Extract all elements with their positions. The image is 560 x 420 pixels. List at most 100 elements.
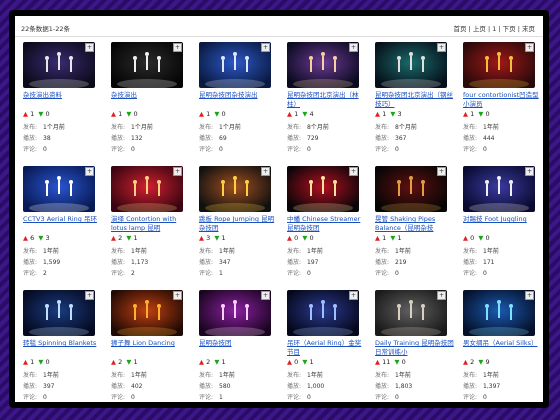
video-title-link[interactable]: 昆明杂技团北京演出（钢丝技巧） — [375, 91, 455, 109]
thumbs-down-icon[interactable]: ▼ — [38, 234, 43, 242]
thumbs-up-icon[interactable]: ▲ — [375, 110, 380, 118]
thumbs-down-icon[interactable]: ▼ — [302, 234, 307, 242]
thumbs-down-icon[interactable]: ▼ — [126, 234, 131, 242]
thumbs-down-icon[interactable]: ▼ — [126, 358, 131, 366]
video-thumbnail[interactable]: + — [111, 42, 183, 88]
video-title-link[interactable]: 跳板 Rope Jumping 昆明杂技团 — [199, 215, 279, 233]
video-card[interactable]: + CCTV3 Aerial Ring 吊环 ▲ 6 ▼ 3 发布: 1年前 播放… — [19, 166, 105, 288]
pager-last-link[interactable]: 末页 — [522, 25, 535, 33]
video-title-link[interactable]: 杂技演出 — [111, 91, 191, 109]
video-title-link[interactable]: 狮子舞 Lion Dancing — [111, 339, 191, 357]
thumbs-up-icon[interactable]: ▲ — [111, 234, 116, 242]
video-title-link[interactable]: 演绎 Contortion with lotus lamp 昆明 — [111, 215, 191, 233]
thumbs-up-icon[interactable]: ▲ — [287, 234, 292, 242]
video-title-link[interactable]: 昆明杂技团北京演出（林柱） — [287, 91, 367, 109]
add-icon[interactable]: + — [525, 43, 534, 52]
add-icon[interactable]: + — [349, 291, 358, 300]
add-icon[interactable]: + — [437, 43, 446, 52]
video-card[interactable]: + 演绎 Contortion with lotus lamp 昆明 ▲ 2 ▼… — [107, 166, 193, 288]
video-card[interactable]: + 昆明杂技团 ▲ 2 ▼ 1 发布: 1年前 播放: 580 评论: 1 — [195, 290, 281, 402]
video-card[interactable]: + four contortionist凹造型小演员 ▲ 1 ▼ 0 发布: 1年… — [459, 42, 543, 164]
thumbs-up-icon[interactable]: ▲ — [287, 358, 292, 366]
thumbs-down-icon[interactable]: ▼ — [478, 234, 483, 242]
thumbs-down-icon[interactable]: ▼ — [478, 358, 483, 366]
video-thumbnail[interactable]: + — [287, 166, 359, 212]
thumbs-up-icon[interactable]: ▲ — [463, 110, 468, 118]
video-card[interactable]: + 晃管 Shaking Pipes Balance（昆明杂技 ▲ 1 ▼ 1 … — [371, 166, 457, 288]
thumbs-up-icon[interactable]: ▲ — [199, 110, 204, 118]
add-icon[interactable]: + — [261, 43, 270, 52]
video-thumbnail[interactable]: + — [463, 166, 535, 212]
video-title-link[interactable]: 杂技演出资料 — [23, 91, 103, 109]
pager-page-link[interactable]: 1 — [492, 25, 496, 33]
video-title-link[interactable]: CCTV3 Aerial Ring 吊环 — [23, 215, 103, 233]
add-icon[interactable]: + — [85, 167, 94, 176]
video-thumbnail[interactable]: + — [199, 42, 271, 88]
add-icon[interactable]: + — [437, 167, 446, 176]
thumbs-down-icon[interactable]: ▼ — [126, 110, 131, 118]
video-thumbnail[interactable]: + — [23, 42, 95, 88]
thumbs-down-icon[interactable]: ▼ — [38, 358, 43, 366]
add-icon[interactable]: + — [173, 291, 182, 300]
pager-next-link[interactable]: 下页 — [503, 25, 516, 33]
video-thumbnail[interactable]: + — [287, 290, 359, 336]
thumbs-up-icon[interactable]: ▲ — [111, 110, 116, 118]
video-thumbnail[interactable]: + — [375, 166, 447, 212]
thumbs-up-icon[interactable]: ▲ — [287, 110, 292, 118]
video-card[interactable]: + 男女绸吊（Aerial Silks） ▲ 2 ▼ 9 发布: 1年前 播放: 1… — [459, 290, 543, 402]
thumbs-down-icon[interactable]: ▼ — [478, 110, 483, 118]
thumbs-down-icon[interactable]: ▼ — [214, 358, 219, 366]
video-card[interactable]: + 昆明杂技团北京演出（钢丝技巧） ▲ 1 ▼ 3 发布: 8个月前 播放: 367… — [371, 42, 457, 164]
video-thumbnail[interactable]: + — [111, 166, 183, 212]
video-thumbnail[interactable]: + — [375, 42, 447, 88]
video-card[interactable]: + Daily Training 昆明杂技团日常训练小 ▲ 11 ▼ 0 发布:… — [371, 290, 457, 402]
pager-prev-link[interactable]: 上页 — [473, 25, 486, 33]
add-icon[interactable]: + — [525, 291, 534, 300]
video-card[interactable]: + 中幡 Chinese Streamer 昆明杂技团 ▲ 0 ▼ 0 发布: 1… — [283, 166, 369, 288]
video-title-link[interactable]: four contortionist凹造型小演员 — [463, 91, 543, 109]
video-title-link[interactable]: 对踢技 Foot Juggling — [463, 215, 543, 233]
video-card[interactable]: + 杂技演出资料 ▲ 1 ▼ 0 发布: 1个月前 播放: 38 评论: 0 — [19, 42, 105, 164]
thumbs-up-icon[interactable]: ▲ — [23, 234, 28, 242]
video-title-link[interactable]: 吊环（Aerial Ring）金奖节目 — [287, 339, 367, 357]
thumbs-up-icon[interactable]: ▲ — [111, 358, 116, 366]
pager-first-link[interactable]: 首页 — [454, 25, 467, 33]
thumbs-up-icon[interactable]: ▲ — [199, 234, 204, 242]
thumbs-up-icon[interactable]: ▲ — [463, 358, 468, 366]
thumbs-down-icon[interactable]: ▼ — [390, 234, 395, 242]
thumbs-down-icon[interactable]: ▼ — [302, 358, 307, 366]
video-title-link[interactable]: 昆明杂技团杂技演出 — [199, 91, 279, 109]
thumbs-down-icon[interactable]: ▼ — [302, 110, 307, 118]
add-icon[interactable]: + — [525, 167, 534, 176]
video-thumbnail[interactable]: + — [23, 166, 95, 212]
video-thumbnail[interactable]: + — [199, 166, 271, 212]
video-card[interactable]: + 昆明杂技团北京演出（林柱） ▲ 1 ▼ 4 发布: 8个月前 播放: 729 评… — [283, 42, 369, 164]
add-icon[interactable]: + — [437, 291, 446, 300]
video-title-link[interactable]: 转毯 Spinning Blankets — [23, 339, 103, 357]
add-icon[interactable]: + — [173, 167, 182, 176]
thumbs-up-icon[interactable]: ▲ — [463, 234, 468, 242]
video-card[interactable]: + 杂技演出 ▲ 1 ▼ 0 发布: 1个月前 播放: 132 评论: 0 — [107, 42, 193, 164]
add-icon[interactable]: + — [349, 43, 358, 52]
thumbs-down-icon[interactable]: ▼ — [214, 110, 219, 118]
video-card[interactable]: + 昆明杂技团杂技演出 ▲ 1 ▼ 0 发布: 1个月前 播放: 69 评论: 0 — [195, 42, 281, 164]
add-icon[interactable]: + — [261, 291, 270, 300]
add-icon[interactable]: + — [173, 43, 182, 52]
video-title-link[interactable]: Daily Training 昆明杂技团日常训练小 — [375, 339, 455, 357]
add-icon[interactable]: + — [349, 167, 358, 176]
thumbs-down-icon[interactable]: ▼ — [390, 110, 395, 118]
thumbs-up-icon[interactable]: ▲ — [23, 358, 28, 366]
video-title-link[interactable]: 男女绸吊（Aerial Silks） — [463, 339, 543, 357]
add-icon[interactable]: + — [261, 167, 270, 176]
video-title-link[interactable]: 昆明杂技团 — [199, 339, 279, 357]
thumbs-up-icon[interactable]: ▲ — [375, 358, 380, 366]
thumbs-up-icon[interactable]: ▲ — [375, 234, 380, 242]
thumbs-down-icon[interactable]: ▼ — [214, 234, 219, 242]
add-icon[interactable]: + — [85, 43, 94, 52]
video-thumbnail[interactable]: + — [111, 290, 183, 336]
video-card[interactable]: + 对踢技 Foot Juggling ▲ 0 ▼ 0 发布: 1年前 播放: 17… — [459, 166, 543, 288]
video-thumbnail[interactable]: + — [287, 42, 359, 88]
thumbs-up-icon[interactable]: ▲ — [23, 110, 28, 118]
video-title-link[interactable]: 晃管 Shaking Pipes Balance（昆明杂技 — [375, 215, 455, 233]
video-card[interactable]: + 跳板 Rope Jumping 昆明杂技团 ▲ 3 ▼ 1 发布: 1年前 播… — [195, 166, 281, 288]
